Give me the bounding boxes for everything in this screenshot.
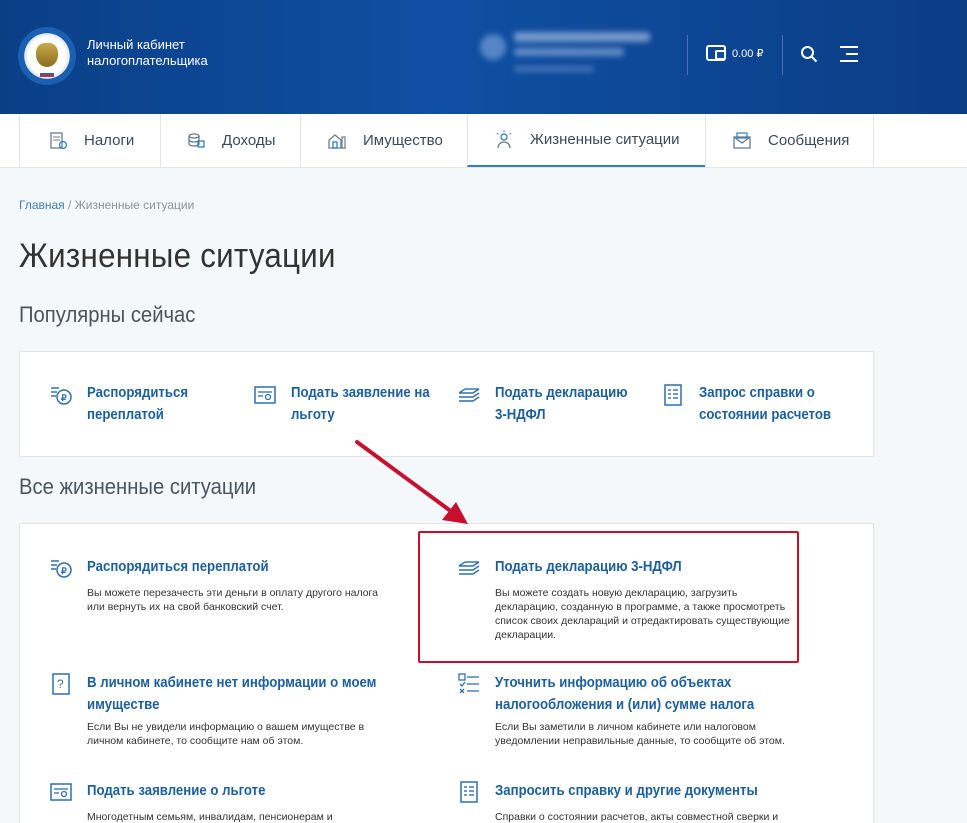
- breadcrumb-current: Жизненные ситуации: [74, 198, 195, 212]
- all-situations-heading: Все жизненные ситуации: [19, 474, 257, 499]
- property-icon: [327, 131, 347, 151]
- user-profile-blurred[interactable]: [480, 28, 660, 78]
- svg-text:₽: ₽: [61, 393, 67, 403]
- wallet-icon: [706, 45, 726, 61]
- situation-description: Если Вы не увидели информацию о вашем им…: [87, 721, 365, 747]
- menu-icon[interactable]: [838, 46, 858, 62]
- situation-description: Вы можете перезачесть эти деньги в оплат…: [87, 587, 378, 613]
- brand-line-2: налогоплательщика: [87, 53, 208, 68]
- situation-title[interactable]: Уточнить информацию об объектах налогооб…: [495, 672, 785, 716]
- tab-taxes[interactable]: Налоги: [19, 114, 160, 167]
- header: Личный кабинет налогоплательщика 0.00 ₽: [0, 0, 967, 114]
- search-icon[interactable]: [800, 45, 818, 63]
- highlight-box: [418, 531, 799, 663]
- question-icon: ?: [50, 673, 72, 695]
- emblem-icon: [36, 43, 58, 67]
- certificate-request-icon: [458, 781, 480, 803]
- tab-taxes-label: Налоги: [84, 132, 135, 149]
- popular-heading: Популярны сейчас: [19, 302, 196, 327]
- benefit-application-icon: [254, 384, 276, 406]
- overpayment-icon: ₽: [50, 384, 72, 406]
- situation-title[interactable]: Запросить справку и другие документы: [495, 780, 785, 802]
- popular-item-label: Подать заявление на льготу: [291, 384, 430, 423]
- certificate-request-icon: [662, 384, 684, 406]
- page-title: Жизненные ситуации: [19, 237, 336, 275]
- fns-logo-icon[interactable]: [18, 27, 76, 85]
- tab-life-situations-label: Жизненные ситуации: [530, 131, 680, 148]
- tab-messages[interactable]: Сообщения: [705, 114, 874, 167]
- popular-item-label: Распорядиться переплатой: [87, 384, 189, 423]
- situation-title[interactable]: Подать заявление о льготе: [87, 780, 377, 802]
- checklist-icon: [458, 673, 480, 695]
- balance-button[interactable]: 0.00 ₽: [706, 45, 763, 61]
- flag-icon: [40, 71, 54, 77]
- brand-title[interactable]: Личный кабинет налогоплательщика: [87, 37, 208, 69]
- situation-title[interactable]: В личном кабинете нет информации о моем …: [87, 672, 377, 716]
- svg-text:?: ?: [57, 677, 64, 691]
- situation-description: Многодетным семьям, инвалидам, пенсионер…: [87, 811, 333, 823]
- avatar: [480, 34, 506, 60]
- situation-description: Справки о состоянии расчетов, акты совме…: [495, 811, 779, 823]
- balance-value: 0.00 ₽: [732, 47, 764, 60]
- taxes-icon: [48, 131, 68, 151]
- messages-icon: [732, 131, 752, 151]
- overpayment-icon: ₽: [50, 557, 72, 579]
- situation-description: Если Вы заметили в личном кабинете или н…: [495, 721, 785, 747]
- benefit-application-icon: [50, 781, 72, 803]
- tab-property[interactable]: Имущество: [300, 114, 467, 167]
- svg-text:₽: ₽: [61, 566, 67, 576]
- tab-income[interactable]: Доходы: [160, 114, 300, 167]
- situation-title[interactable]: Распорядиться переплатой: [87, 556, 377, 578]
- breadcrumb-home-link[interactable]: Главная: [19, 198, 65, 212]
- main-nav: Налоги Доходы Имущество Жизненные ситуац…: [0, 114, 967, 168]
- tab-income-label: Доходы: [222, 132, 276, 149]
- breadcrumb: Главная / Жизненные ситуации: [19, 198, 195, 212]
- popular-card: ₽ Распорядиться переплатой Подать заявле…: [19, 351, 874, 457]
- brand-line-1: Личный кабинет: [87, 37, 185, 52]
- popular-item-label: Подать декларацию 3-НДФЛ: [495, 384, 628, 423]
- tab-messages-label: Сообщения: [768, 132, 850, 149]
- tab-life-situations[interactable]: Жизненные ситуации: [467, 114, 705, 167]
- income-icon: [186, 131, 206, 151]
- life-situations-icon: [494, 130, 514, 150]
- popular-item-label: Запрос справки о состоянии расчетов: [699, 384, 832, 423]
- tab-property-label: Имущество: [363, 132, 443, 149]
- declaration-icon: [458, 384, 480, 406]
